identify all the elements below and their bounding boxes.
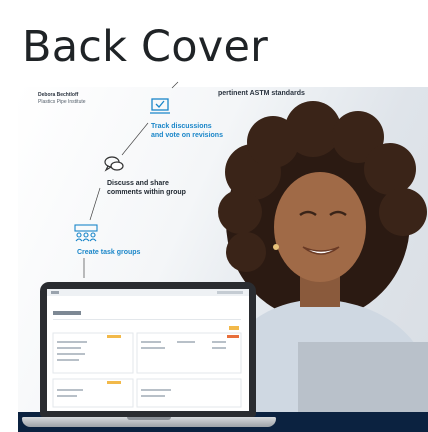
back-cover-page: Back Cover Debora Bechtloff Plastics Pip… <box>0 0 428 432</box>
feature-track-label-line2: and vote on revisions <box>151 132 223 139</box>
feature-discuss-label-line2: comments within group <box>107 189 186 196</box>
feature-track-label-line1: Track discussions <box>151 123 212 130</box>
laptop-screen <box>47 289 249 411</box>
people-group-icon <box>74 224 98 247</box>
feature-discuss-label-line1: Discuss and share <box>107 180 169 187</box>
feature-create-label: Create task groups <box>77 249 141 256</box>
laptop-notch <box>127 417 171 420</box>
checkbox-monitor-icon <box>150 98 170 121</box>
page-title: Back Cover <box>22 22 268 72</box>
screen-app-mockup <box>47 289 249 411</box>
chat-bubbles-icon <box>104 155 124 178</box>
